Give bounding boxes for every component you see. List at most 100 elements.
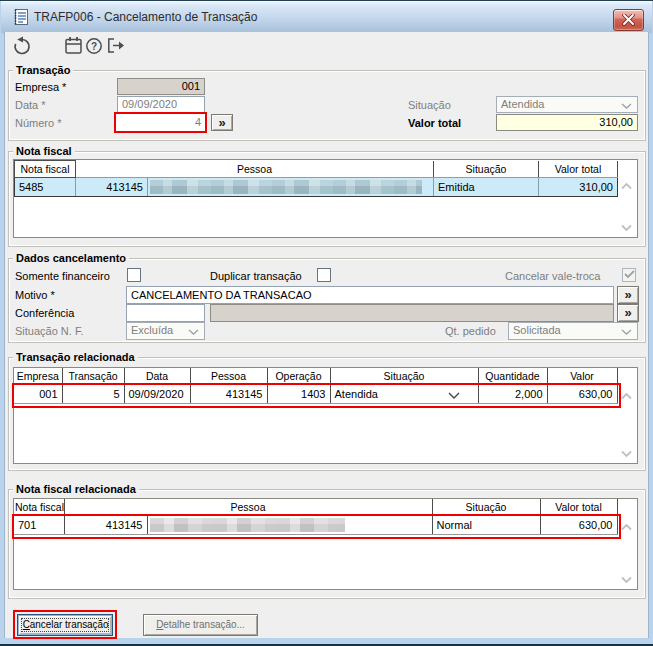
help-button[interactable]: ? xyxy=(85,37,107,59)
cell-operacao[interactable]: 1403 xyxy=(267,385,330,404)
nota-fiscal-relacionada-grid: Nota fiscal Pessoa Situação Valor total … xyxy=(13,498,638,590)
detalhe-transacao-label: Detalhe transação... xyxy=(150,615,252,634)
col-header-nota-fiscal[interactable]: Nota fiscal xyxy=(14,499,64,516)
check-icon xyxy=(624,270,635,279)
qt-pedido-label: Qt. pedido xyxy=(445,325,496,338)
cell-quantidade[interactable]: 2,000 xyxy=(478,385,547,404)
cell-transacao[interactable]: 5 xyxy=(62,385,124,404)
cell-valor[interactable]: 630,00 xyxy=(547,385,617,404)
col-header-valor[interactable]: Valor xyxy=(547,368,617,385)
somente-financeiro-checkbox[interactable] xyxy=(127,268,141,282)
col-header-transacao[interactable]: Transação xyxy=(62,368,124,385)
dialog-window: TRAFP006 - Cancelamento de Transação ? xyxy=(0,0,653,646)
col-header-operacao[interactable]: Operação xyxy=(267,368,330,385)
help-icon: ? xyxy=(85,37,103,55)
cell-pessoa-nome[interactable] xyxy=(147,516,432,535)
transacao-relacionada-grid: Empresa Transação Data Pessoa Operação S… xyxy=(13,367,638,464)
cell-empresa[interactable]: 001 xyxy=(14,385,62,404)
exit-button[interactable] xyxy=(106,37,128,59)
group-dados-cancelamento-legend: Dados cancelamento xyxy=(13,252,129,264)
close-icon xyxy=(622,14,635,26)
redacted-pessoa-nome xyxy=(150,518,345,532)
col-header-pessoa[interactable]: Pessoa xyxy=(190,368,267,385)
col-header-pessoa[interactable]: Pessoa xyxy=(76,161,434,178)
window-title: TRAFP006 - Cancelamento de Transação xyxy=(34,10,257,24)
undo-button[interactable] xyxy=(12,36,34,58)
empresa-label: Empresa * xyxy=(15,81,66,94)
redacted-pessoa-nome xyxy=(150,180,422,194)
nota-fiscal-relacionada-row[interactable]: 701 413145 Normal 630,00 xyxy=(14,516,617,535)
group-nota-fiscal-legend: Nota fiscal xyxy=(13,145,75,157)
detalhe-transacao-button[interactable]: Detalhe transação... xyxy=(143,614,258,636)
calendar-button[interactable] xyxy=(64,36,86,58)
col-header-empresa[interactable]: Empresa xyxy=(14,368,62,385)
cancelar-transacao-button[interactable]: Cancelar transação xyxy=(17,614,113,636)
col-header-nota-fiscal[interactable]: Nota fiscal xyxy=(15,161,76,178)
duplicar-transacao-checkbox[interactable] xyxy=(317,268,331,282)
col-header-situacao[interactable]: Situação xyxy=(432,499,540,516)
chevron-down-icon[interactable] xyxy=(448,392,460,399)
cell-pessoa[interactable]: 413145 xyxy=(190,385,267,404)
cell-pessoa-codigo[interactable]: 413145 xyxy=(64,516,147,535)
calendar-icon xyxy=(64,36,83,56)
scroll-up-icon[interactable] xyxy=(620,523,633,531)
scroll-up-icon[interactable] xyxy=(620,182,633,190)
scroll-down-icon[interactable] xyxy=(620,450,633,458)
qt-pedido-combo[interactable]: Solicitada xyxy=(508,322,638,340)
col-header-valor-total[interactable]: Valor total xyxy=(539,161,618,178)
cancelar-vale-troca-checkbox[interactable] xyxy=(622,268,636,282)
data-field[interactable]: 09/09/2020 xyxy=(117,96,205,113)
chevron-down-icon xyxy=(621,103,632,109)
chevron-down-icon xyxy=(621,329,632,335)
motivo-label: Motivo * xyxy=(15,289,55,302)
scroll-down-icon[interactable] xyxy=(620,576,633,584)
duplicar-transacao-label: Duplicar transação xyxy=(210,270,302,283)
cell-pessoa-nome[interactable] xyxy=(148,178,434,197)
cell-valor[interactable]: 630,00 xyxy=(540,516,617,535)
col-header-valor-total[interactable]: Valor total xyxy=(540,499,617,516)
situacao-combo[interactable]: Atendida xyxy=(496,96,638,113)
cell-valor[interactable]: 310,00 xyxy=(539,178,618,197)
col-header-data[interactable]: Data xyxy=(124,368,190,385)
col-header-pessoa[interactable]: Pessoa xyxy=(64,499,432,516)
window-icon xyxy=(13,8,30,28)
situacao-value: Atendida xyxy=(501,98,544,110)
valor-total-label: Valor total xyxy=(408,117,461,130)
group-nota-fiscal-relacionada-legend: Nota fiscal relacionada xyxy=(13,483,139,495)
group-transacao-relacionada-legend: Transação relacionada xyxy=(13,351,138,363)
numero-field[interactable]: 4 xyxy=(114,112,207,133)
data-label: Data * xyxy=(15,99,46,112)
somente-financeiro-label: Somente financeiro xyxy=(15,270,110,283)
conferencia-lookup-button[interactable]: » xyxy=(617,304,639,322)
scroll-down-icon[interactable] xyxy=(620,224,633,232)
situacao-label: Situação xyxy=(408,99,451,112)
close-button[interactable] xyxy=(613,9,644,31)
cell-situacao[interactable]: Emitida xyxy=(434,178,539,197)
cell-nota[interactable]: 5485 xyxy=(15,178,76,197)
cell-data[interactable]: 09/09/2020 xyxy=(124,385,190,404)
conferencia-field[interactable] xyxy=(126,304,205,322)
cell-situacao[interactable]: Normal xyxy=(432,516,540,535)
situacao-nf-combo[interactable]: Excluída xyxy=(126,322,205,340)
situacao-nf-value: Excluída xyxy=(131,324,173,336)
exit-icon xyxy=(106,37,126,55)
col-header-situacao[interactable]: Situação xyxy=(330,368,478,385)
nota-fiscal-grid: Nota fiscal Pessoa Situação Valor total … xyxy=(13,159,638,238)
transacao-relacionada-row[interactable]: 001 5 09/09/2020 413145 1403 Atendida 2,… xyxy=(14,385,617,404)
scroll-up-icon[interactable] xyxy=(620,392,633,400)
conferencia-descricao-field xyxy=(210,304,614,322)
col-header-situacao[interactable]: Situação xyxy=(434,161,539,178)
cell-situacao[interactable]: Atendida xyxy=(330,385,478,404)
motivo-lookup-button[interactable]: » xyxy=(617,286,639,304)
col-header-quantidade[interactable]: Quantidade xyxy=(478,368,547,385)
numero-lookup-button[interactable]: » xyxy=(211,114,233,131)
cancelar-vale-troca-label: Cancelar vale-troca xyxy=(505,270,600,283)
valor-total-field[interactable]: 310,00 xyxy=(496,114,638,131)
chevron-down-icon xyxy=(188,329,199,335)
nota-fiscal-row[interactable]: 5485 413145 Emitida 310,00 xyxy=(15,178,618,197)
empresa-field[interactable]: 001 xyxy=(117,78,205,95)
title-bar: TRAFP006 - Cancelamento de Transação xyxy=(1,1,652,33)
cell-nota[interactable]: 701 xyxy=(14,516,64,535)
motivo-field[interactable]: CANCELAMENTO DA TRANSACAO xyxy=(126,286,614,304)
cell-pessoa-codigo[interactable]: 413145 xyxy=(76,178,148,197)
